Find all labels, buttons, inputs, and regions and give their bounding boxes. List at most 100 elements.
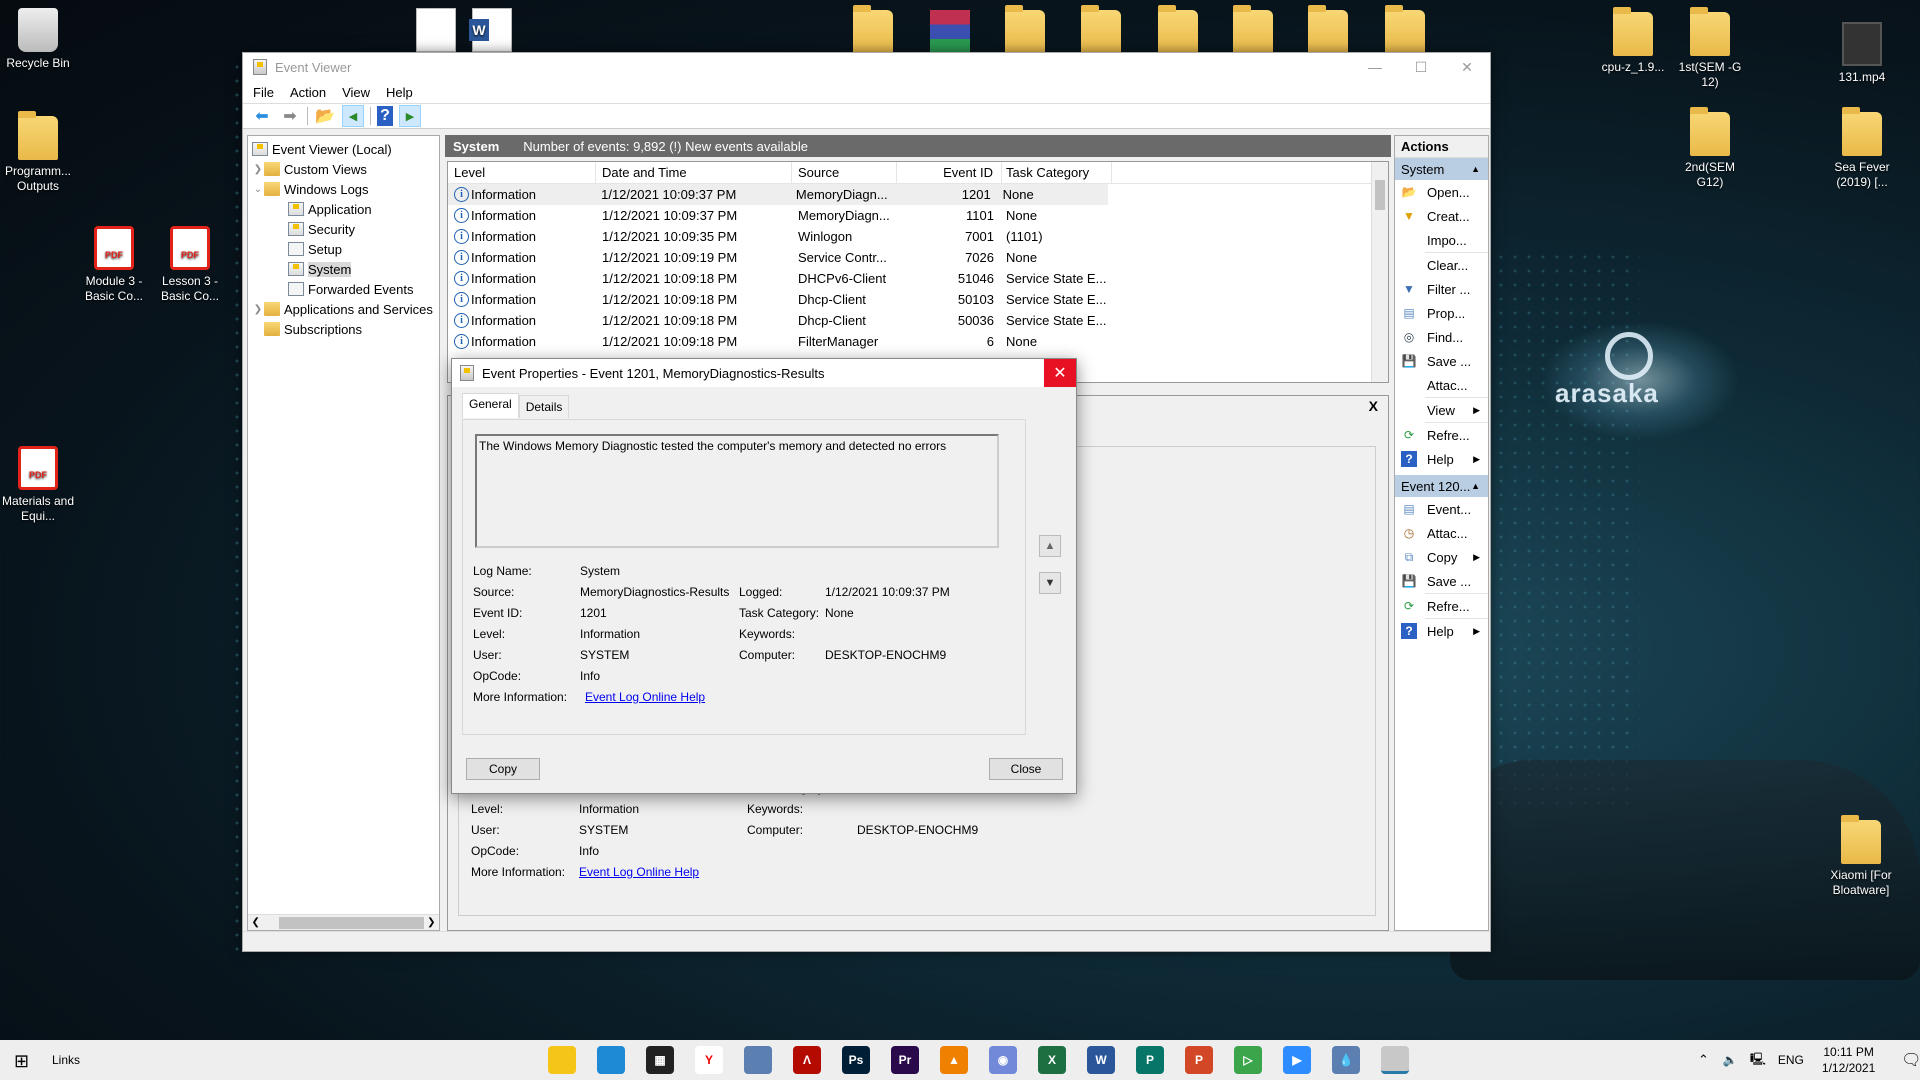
desktop-icon-archive[interactable] [912,10,988,58]
action-center-icon[interactable]: 🗨 [1901,1050,1920,1070]
minimize-button[interactable]: — [1352,53,1398,81]
close-preview-icon[interactable]: X [1369,398,1378,414]
action-open[interactable]: 📂 Open... [1395,180,1488,204]
desktop-icon-pdf[interactable]: PDF Module 3 - Basic Co... [76,226,152,304]
taskbar-app-mail-icon[interactable] [597,1046,625,1074]
taskbar-app-discord-icon[interactable]: ◉ [989,1046,1017,1074]
event-row[interactable]: i Information 1/12/2021 10:09:18 PM Dhcp-Cl… [448,289,1388,310]
desktop-icon-folder[interactable]: Xiaomi [For Bloatware] [1823,815,1899,898]
taskbar-app-publisher-icon[interactable]: P [1136,1046,1164,1074]
column-event-id[interactable]: Event ID [897,162,1002,183]
column-date-time[interactable]: Date and Time [596,162,792,183]
column-task-category[interactable]: Task Category [1002,162,1112,183]
network-icon[interactable]: 🖳 [1750,1050,1766,1071]
tree-node-setup[interactable]: Setup [288,240,342,258]
desktop-icon-folder[interactable]: 1st(SEM -G 12) [1672,7,1748,90]
taskbar-app-microsoft-store-icon[interactable]: ▦ [646,1046,674,1074]
chevron-down-icon[interactable]: ⌄ [252,184,264,195]
tab-general[interactable]: General [462,393,519,418]
taskbar-app-droplet-icon[interactable]: 💧 [1332,1046,1360,1074]
desktop-icon-folder[interactable]: Sea Fever (2019) [... [1824,107,1900,190]
action-help[interactable]: ? Help ▶ [1395,447,1488,471]
action-refre[interactable]: ⟳ Refre... [1395,423,1488,447]
close-window-button[interactable]: ✕ [1444,53,1490,81]
tree-node-custom-views[interactable]: ❯ Custom Views [252,160,367,178]
previous-event-button[interactable]: ▲ [1039,535,1061,557]
event-row[interactable]: i Information 1/12/2021 10:09:37 PM MemoryD… [448,184,1108,205]
column-level[interactable]: Level [448,162,596,183]
scroll-left-icon[interactable]: ❮ [248,917,263,928]
taskbar-app-powerpoint-icon[interactable]: P [1185,1046,1213,1074]
volume-icon[interactable]: 🔈 [1723,1053,1738,1067]
event-row[interactable]: i Information 1/12/2021 10:09:18 PM DHCPv6-… [448,268,1388,289]
tree-node-forwarded-events[interactable]: Forwarded Events [288,280,414,298]
scrollbar-thumb[interactable] [279,916,424,929]
tree-node-application[interactable]: Application [288,200,372,218]
maximize-button[interactable]: ☐ [1398,53,1444,81]
action-prop[interactable]: ▤ Prop... [1395,301,1488,325]
taskbar-app-virtualbox-icon[interactable] [744,1046,772,1074]
desktop-icon-folder[interactable] [1290,5,1366,58]
action-copy[interactable]: ⧉ Copy ▶ [1395,545,1488,569]
desktop-icon-recycle-bin[interactable]: Recycle Bin [0,8,76,71]
chevron-right-icon[interactable]: ❯ [252,304,264,315]
dialog-titlebar[interactable]: Event Properties - Event 1201, MemoryDia… [452,359,1076,387]
desktop-icon-folder[interactable] [1140,5,1216,58]
actions-section-system[interactable]: System ▲ [1395,158,1488,180]
taskbar-app-premiere-pro-icon[interactable]: Pr [891,1046,919,1074]
taskbar-app-greenshot-icon[interactable]: ▷ [1234,1046,1262,1074]
event-row[interactable]: i Information 1/12/2021 10:09:18 PM FilterM… [448,331,1388,352]
menu-file[interactable]: File [253,85,274,100]
show-hidden-icons-chevron-icon[interactable]: ⌃ [1698,1052,1709,1068]
menu-view[interactable]: View [342,85,370,100]
next-event-button[interactable]: ▼ [1039,572,1061,594]
event-list-scrollbar[interactable] [1371,162,1388,382]
actions-section-event[interactable]: Event 120... ▲ [1395,475,1488,497]
taskbar-app-event-viewer-icon[interactable] [1381,1046,1409,1074]
window-titlebar[interactable]: Event Viewer — ☐ ✕ [243,53,1490,81]
action-attac[interactable]: ◷ Attac... [1395,521,1488,545]
taskbar-app-vlc-icon[interactable]: ▲ [940,1046,968,1074]
collapse-up-icon[interactable]: ▲ [1471,481,1480,491]
desktop-icon-folder[interactable] [1215,5,1291,58]
action-filter[interactable]: ▼ Filter ... [1395,277,1488,301]
tab-details[interactable]: Details [518,395,570,418]
action-save[interactable]: 💾 Save ... [1395,349,1488,373]
desktop-icon-video[interactable]: 131.mp4 [1824,22,1900,85]
links-toolbar[interactable]: Links [52,1053,80,1067]
taskbar-app-acrobat-icon[interactable]: Λ [793,1046,821,1074]
action-impo[interactable]: Impo... [1395,228,1488,252]
action-creat[interactable]: ▼ Creat... [1395,204,1488,228]
start-windows-icon[interactable]: ⊞ [14,1051,29,1072]
scroll-right-icon[interactable]: ❯ [424,917,439,928]
desktop-icon-pdf[interactable]: PDF Materials and Equi... [0,446,76,524]
tree-node-event-viewer-local[interactable]: Event Viewer (Local) [252,140,392,158]
desktop-icon-word[interactable] [454,8,530,56]
dialog-close-icon[interactable]: ✕ [1044,359,1076,387]
taskbar-app-yandex-icon[interactable]: Y [695,1046,723,1074]
action-save[interactable]: 💾 Save ... [1395,569,1488,593]
taskbar-app-excel-icon[interactable]: X [1038,1046,1066,1074]
action-view[interactable]: View ▶ [1395,398,1488,422]
scrollbar-thumb[interactable] [1375,180,1385,210]
desktop-icon-folder[interactable] [1367,5,1443,58]
event-row[interactable]: i Information 1/12/2021 10:09:37 PM MemoryD… [448,205,1388,226]
action-find[interactable]: ◎ Find... [1395,325,1488,349]
action-attac[interactable]: Attac... [1395,373,1488,397]
collapse-up-icon[interactable]: ▲ [1471,164,1480,174]
tree-node-subscriptions[interactable]: Subscriptions [264,320,362,338]
show-hide-action-pane-icon[interactable]: ▶ [399,105,421,127]
tree-node-applications-and-services[interactable]: ❯ Applications and Services [252,300,433,318]
tree-node-system[interactable]: System [288,260,352,278]
tree-node-security[interactable]: Security [288,220,355,238]
up-folder-icon[interactable]: 📂 [314,105,336,127]
action-help[interactable]: ? Help ▶ [1395,619,1488,643]
menu-help[interactable]: Help [386,85,413,100]
event-row[interactable]: i Information 1/12/2021 10:09:35 PM Winlogo… [448,226,1388,247]
forward-arrow-icon[interactable]: ➡ [279,105,301,127]
desktop-icon-folder[interactable] [987,5,1063,58]
column-source[interactable]: Source [792,162,897,183]
show-hide-tree-icon[interactable]: ◀ [342,105,364,127]
back-arrow-icon[interactable]: ⬅ [251,105,273,127]
desktop-icon-folder[interactable]: 2nd(SEM G12) [1672,107,1748,190]
